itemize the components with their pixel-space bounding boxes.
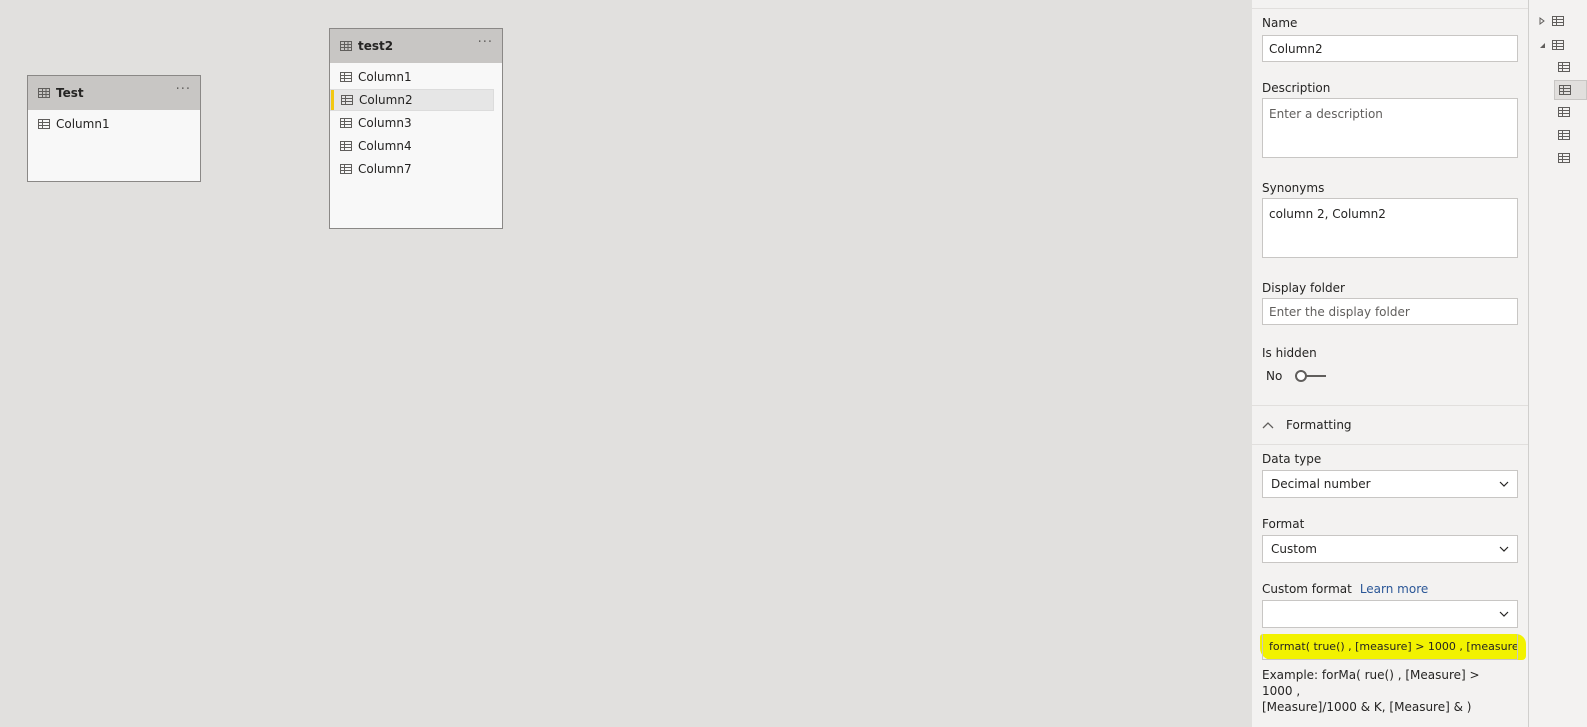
column-name: Column1 [358, 70, 412, 84]
chevron-down-icon [1499, 481, 1509, 487]
table-header[interactable]: test2 ··· [330, 29, 502, 63]
example-line-2: [Measure]/1000 & K, [Measure] & ) [1262, 700, 1472, 714]
chevron-down-icon [1499, 611, 1509, 617]
table-icon [1552, 40, 1564, 50]
column-icon [340, 141, 352, 151]
table-column-item[interactable]: Column1 [330, 66, 494, 88]
custom-format-select[interactable] [1262, 600, 1518, 628]
column-icon [341, 95, 353, 105]
table-icon [1552, 16, 1564, 26]
more-options-button[interactable]: ··· [478, 35, 493, 50]
column-icon [1558, 153, 1570, 163]
format-label: Format [1262, 517, 1305, 531]
synonyms-label: Synonyms [1262, 181, 1325, 195]
more-options-button[interactable]: ··· [176, 82, 191, 97]
fields-strip [1529, 0, 1587, 727]
toggle-switch[interactable] [1294, 368, 1328, 384]
data-type-label: Data type [1262, 452, 1322, 466]
table-name: test2 [358, 39, 394, 53]
table-column-item[interactable]: Column1 [28, 113, 192, 135]
description-label: Description [1262, 81, 1331, 95]
synonyms-value: column 2, Column2 [1269, 207, 1386, 221]
formatting-section-header[interactable]: Formatting [1252, 405, 1528, 445]
column-icon [1558, 107, 1570, 117]
table-card-test2[interactable]: test2 ··· Column1 Column2 Column3 Column… [329, 28, 503, 229]
properties-pane: Name Column2 Description Enter a descrip… [1252, 0, 1528, 727]
column-name: Column3 [358, 116, 412, 130]
column-name: Column1 [56, 117, 110, 131]
chevron-up-icon [1262, 422, 1274, 429]
custom-format-expression[interactable]: format( true() , [measure] > 1000 , [mea… [1262, 634, 1518, 660]
table-header[interactable]: Test ··· [28, 76, 200, 110]
chevron-down-icon [1499, 546, 1509, 552]
table-name: Test [56, 86, 84, 100]
synonyms-field[interactable]: column 2, Column2 [1262, 198, 1518, 258]
custom-format-expression-text: format( true() , [measure] > 1000 , [mea… [1269, 640, 1518, 653]
fields-column-item[interactable] [1558, 153, 1570, 163]
column-icon [340, 164, 352, 174]
caret-right-icon [1539, 17, 1545, 25]
table-column-item[interactable]: Column7 [330, 158, 494, 180]
table-icon [38, 88, 50, 98]
fields-table-test2[interactable] [1538, 40, 1564, 50]
custom-format-label-text: Custom format [1262, 582, 1352, 596]
column-icon [340, 72, 352, 82]
is-hidden-toggle-row: No [1266, 368, 1328, 384]
fields-column-item[interactable] [1558, 62, 1570, 72]
formatting-section-title: Formatting [1286, 418, 1352, 432]
data-type-value: Decimal number [1271, 477, 1371, 491]
fields-column-item[interactable] [1558, 107, 1570, 117]
name-label: Name [1262, 16, 1298, 30]
example-line-1: Example: forMa( rue() , [Measure] > 1000… [1262, 668, 1480, 698]
format-value: Custom [1271, 542, 1317, 556]
column-name: Column4 [358, 139, 412, 153]
column-icon [1558, 130, 1570, 140]
is-hidden-label: Is hidden [1262, 346, 1317, 360]
divider [1252, 8, 1528, 9]
display-folder-field[interactable]: Enter the display folder [1262, 298, 1518, 325]
name-value: Column2 [1269, 41, 1323, 56]
display-folder-label: Display folder [1262, 281, 1345, 295]
format-select[interactable]: Custom [1262, 535, 1518, 563]
learn-more-link[interactable]: Learn more [1360, 582, 1428, 596]
column-name: Column2 [359, 93, 413, 107]
caret-down-icon [1540, 43, 1545, 48]
table-column-item[interactable]: Column3 [330, 112, 494, 134]
description-field[interactable]: Enter a description [1262, 98, 1518, 158]
data-type-select[interactable]: Decimal number [1262, 470, 1518, 498]
column-name: Column7 [358, 162, 412, 176]
custom-format-example: Example: forMa( rue() , [Measure] > 1000… [1262, 667, 1512, 715]
table-card-test[interactable]: Test ··· Column1 [27, 75, 201, 182]
table-icon [340, 41, 352, 51]
is-hidden-value: No [1266, 369, 1283, 383]
fields-column-item[interactable] [1558, 130, 1570, 140]
column-icon [340, 118, 352, 128]
column-icon [38, 119, 50, 129]
column-icon [1558, 62, 1570, 72]
table-column-item[interactable]: Column4 [330, 135, 494, 157]
table-column-item-selected[interactable]: Column2 [330, 89, 494, 111]
fields-column-item-selected[interactable] [1554, 80, 1587, 100]
name-field[interactable]: Column2 [1262, 35, 1518, 62]
description-placeholder: Enter a description [1269, 107, 1383, 121]
column-icon [1559, 85, 1571, 95]
custom-format-label: Custom format Learn more [1262, 582, 1428, 596]
fields-table-test[interactable] [1538, 16, 1564, 26]
display-folder-placeholder: Enter the display folder [1269, 304, 1410, 319]
